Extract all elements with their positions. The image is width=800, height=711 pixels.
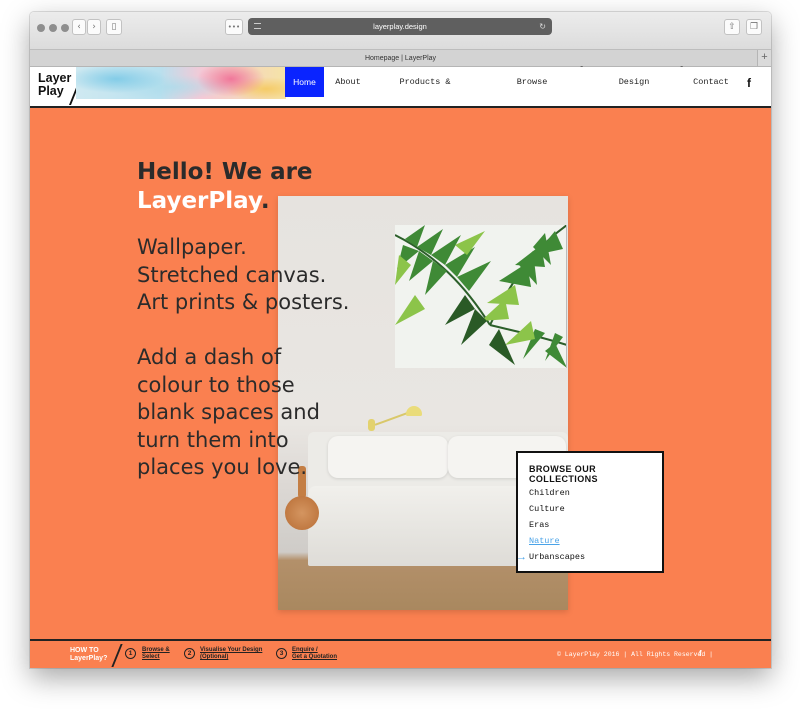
hero-tagline-line: turn them into <box>137 427 289 452</box>
wicker-side-table <box>285 496 319 530</box>
step-1-line-1: Browse & <box>142 647 170 653</box>
hero-tagline-line: colour to those <box>137 372 295 397</box>
hero-tagline-line: blank spaces and <box>137 400 320 424</box>
hero-brand-line: LayerPlay. <box>137 187 313 216</box>
back-icon[interactable]: ‹ <box>72 19 86 35</box>
minimize-window-button[interactable] <box>49 24 57 32</box>
reader-icon[interactable] <box>254 23 261 29</box>
nav-products-services[interactable]: Products & Services <box>378 67 472 117</box>
collection-link-nature[interactable]: Nature <box>529 536 560 546</box>
palm-leaf-canvas <box>395 225 567 368</box>
collection-link-urbanscapes[interactable]: Urbanscapes <box>529 552 585 562</box>
hero-products: Wallpaper. Stretched canvas. Art prints … <box>137 234 349 317</box>
collections-title: BROWSE OUR COLLECTIONS <box>529 464 598 484</box>
tab-homepage[interactable]: Homepage | LayerPlay <box>365 55 436 62</box>
hero-tagline: Add a dash of colour to those blank spac… <box>137 344 397 482</box>
address-url: layerplay.design <box>373 22 427 31</box>
reading-list-button[interactable]: ••• <box>225 19 243 35</box>
hero-section: Hello! We are LayerPlay. Wallpaper. Stre… <box>30 108 771 639</box>
step-3-line-2: Get a Quotation <box>292 654 337 660</box>
watercolor-banner <box>76 67 286 99</box>
collection-link-children[interactable]: Children <box>529 488 570 498</box>
zoom-window-button[interactable] <box>61 24 69 32</box>
new-tab-button[interactable]: + <box>757 50 771 66</box>
step-1-number: 1 <box>125 648 136 659</box>
collection-link-eras[interactable]: Eras <box>529 520 549 530</box>
hero-product-line: Stretched canvas. <box>137 262 327 287</box>
how-to-line-2: LayerPlay? <box>70 655 108 662</box>
hero-hello-line: Hello! We are <box>137 159 313 185</box>
palm-leaves-illustration <box>395 225 566 368</box>
step-3-link[interactable]: Enquire / Get a Quotation <box>292 647 337 661</box>
nav-design-visualiser[interactable]: Design Visualiser ˇ <box>592 66 684 117</box>
step-3-number: 3 <box>276 648 287 659</box>
address-bar[interactable]: layerplay.design ↻ <box>248 18 552 35</box>
tabs-overview-icon[interactable]: ❐ <box>746 19 762 35</box>
collections-panel: BROWSE OUR COLLECTIONS Children Culture … <box>516 451 664 573</box>
close-window-button[interactable] <box>37 24 45 32</box>
facebook-icon[interactable]: f <box>747 76 751 90</box>
hero-heading: Hello! We are LayerPlay. <box>137 158 313 216</box>
how-to-heading: HOW TO LayerPlay? <box>70 647 107 663</box>
hero-product-line: Wallpaper. <box>137 235 247 259</box>
sidebar-icon[interactable]: ▯ <box>106 19 122 35</box>
chevron-down-icon: ˇ <box>679 66 684 75</box>
tab-bar: Homepage | LayerPlay + <box>30 50 771 67</box>
hero-tagline-line: places you love. <box>137 455 308 479</box>
copyright-text: © LayerPlay 2016 | All Rights Reserved | <box>557 651 714 658</box>
nav-browse-collections[interactable]: Browse Collections ˇ <box>488 66 584 117</box>
step-3-line-1: Enquire / <box>292 647 318 653</box>
forward-icon[interactable]: › <box>87 19 101 35</box>
step-2-line-1: Visualise Your Design <box>200 647 263 653</box>
hero-brand: LayerPlay <box>137 188 261 214</box>
nav-about[interactable]: About <box>330 67 366 97</box>
reload-icon[interactable]: ↻ <box>539 18 546 35</box>
nav-home[interactable]: Home <box>285 67 324 97</box>
step-2-line-2: (Optional) <box>200 654 229 660</box>
site-footer: HOW TO LayerPlay? 1 Browse & Select 2 Vi… <box>30 639 771 668</box>
wall-lamp-shade <box>406 406 422 416</box>
step-2-number: 2 <box>184 648 195 659</box>
facebook-icon[interactable]: f <box>699 649 702 658</box>
nav-contact[interactable]: Contact <box>692 67 730 97</box>
arrow-right-icon: → <box>516 551 527 563</box>
collection-link-culture[interactable]: Culture <box>529 504 565 514</box>
hero-brand-punct: . <box>260 188 270 214</box>
share-icon[interactable]: ⇧ <box>724 19 740 35</box>
chevron-down-icon: ˇ <box>579 66 584 75</box>
browser-toolbar: ‹ › ▯ ••• layerplay.design ↻ ⇧ ❐ <box>30 12 771 50</box>
site-header: Layer Play Home About Products & Service… <box>30 66 771 117</box>
step-2-link[interactable]: Visualise Your Design (Optional) <box>200 647 262 661</box>
how-to-slash <box>111 644 123 667</box>
hero-tagline-line: Add a dash of <box>137 345 282 369</box>
how-to-line-1: HOW TO <box>70 647 99 654</box>
step-1-link[interactable]: Browse & Select <box>142 647 170 661</box>
hero-product-line: Art prints & posters. <box>137 290 350 314</box>
step-1-line-2: Select <box>142 654 160 660</box>
browser-window: ‹ › ▯ ••• layerplay.design ↻ ⇧ ❐ Homepag… <box>30 12 771 668</box>
